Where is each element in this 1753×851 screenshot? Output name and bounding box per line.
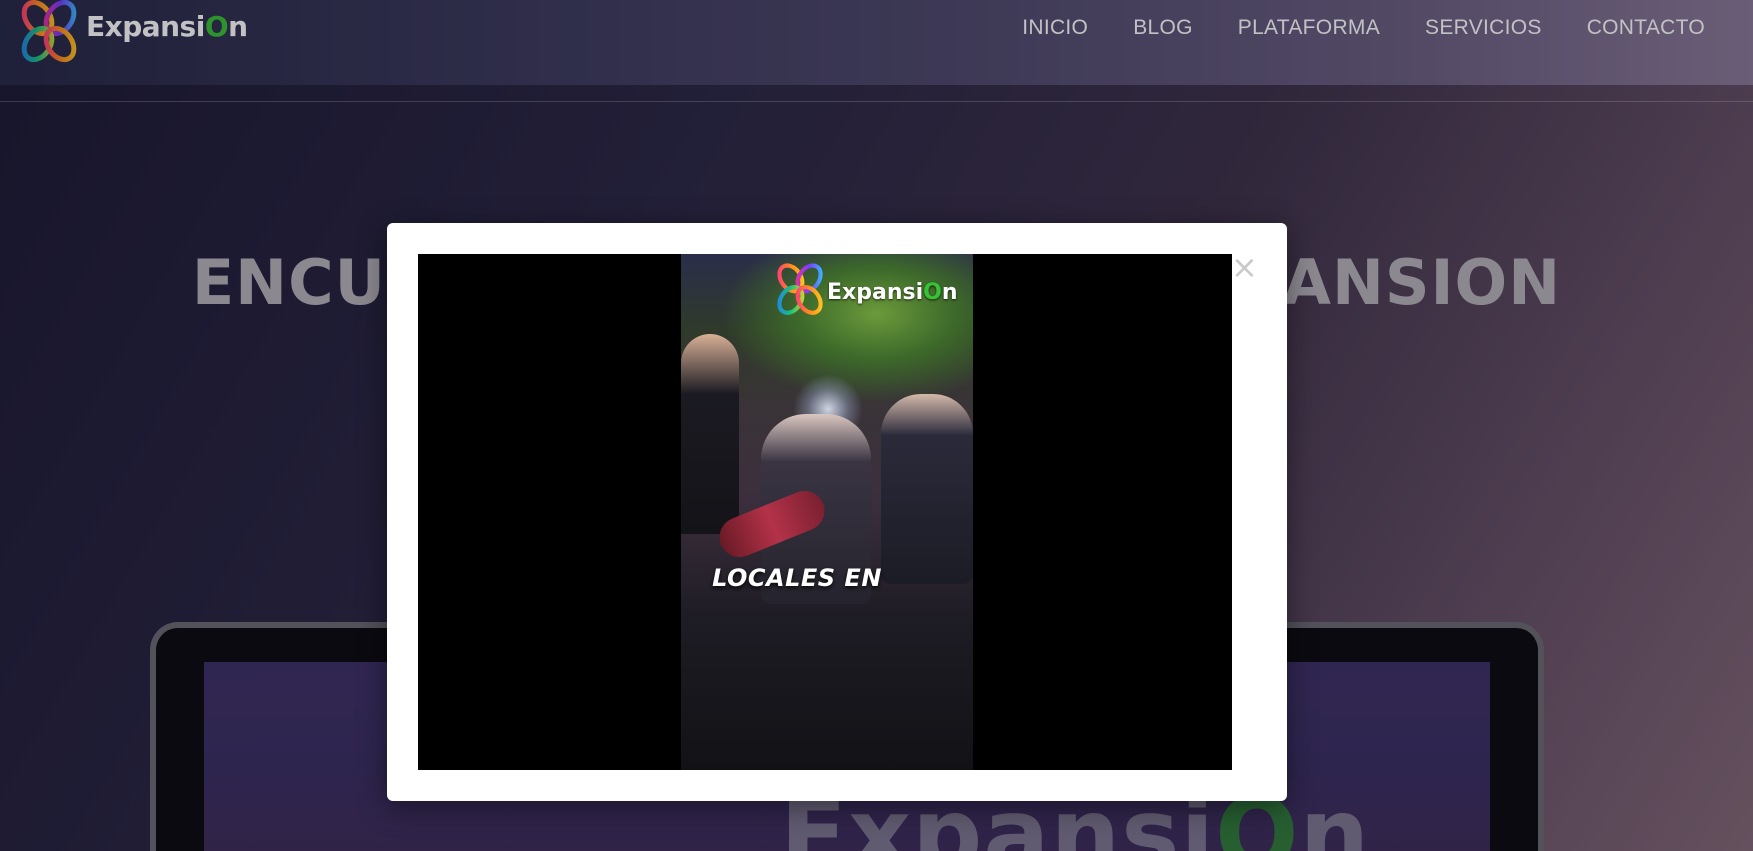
video-logo-text: ExpansiOn (827, 279, 958, 305)
expansion-flower-logo-icon (777, 263, 823, 315)
video-player[interactable]: ExpansiOn LOCALES EN (418, 254, 1232, 770)
video-caption: LOCALES EN (712, 564, 882, 592)
page: ExpansiOn INICIO BLOG PLATAFORMA SERVICI… (0, 0, 1753, 851)
video-person-right (881, 394, 973, 584)
close-icon[interactable]: × (1231, 251, 1258, 283)
video-frame: ExpansiOn LOCALES EN (681, 254, 973, 770)
video-person-left (681, 334, 739, 534)
video-logo: ExpansiOn (771, 260, 958, 320)
